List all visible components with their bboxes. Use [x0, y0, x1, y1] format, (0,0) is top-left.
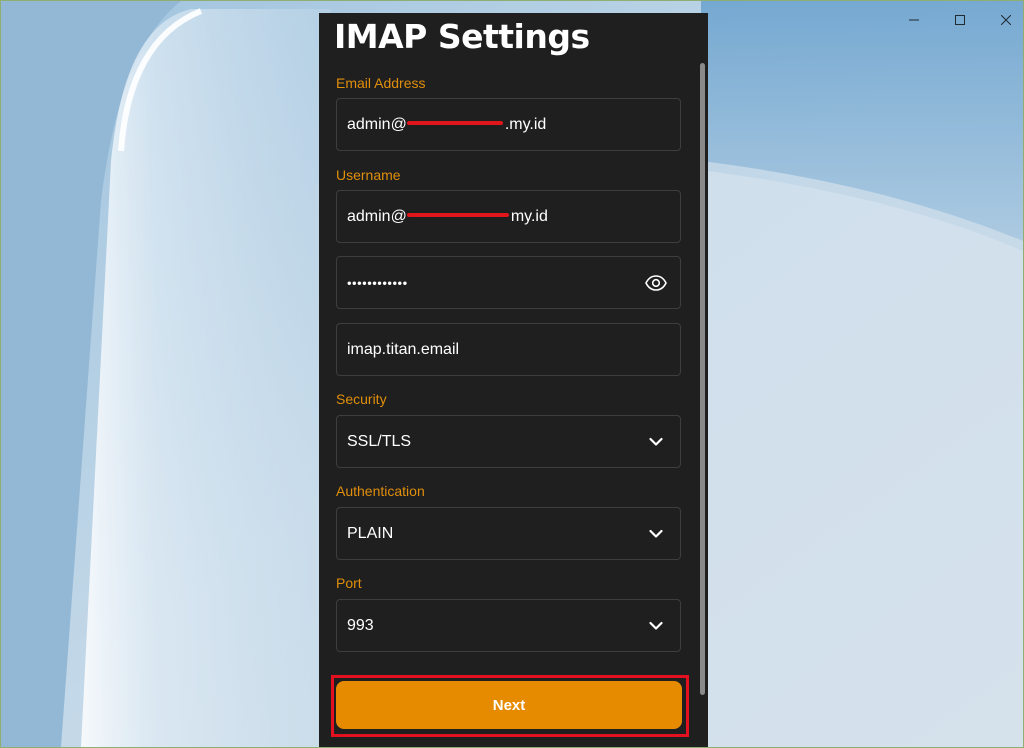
password-value: •••••••••••• [347, 275, 408, 290]
authentication-value: PLAIN [347, 524, 394, 542]
email-address-label: Email Address [336, 75, 426, 91]
authentication-label: Authentication [336, 483, 425, 499]
username-label: Username [336, 167, 401, 183]
email-value: admin@ .my.id [347, 116, 546, 134]
username-redacted-part [406, 209, 511, 221]
port-label: Port [336, 575, 362, 591]
close-icon [1001, 15, 1011, 25]
scrollbar[interactable] [700, 63, 705, 695]
minimize-button[interactable] [891, 1, 937, 39]
maximize-icon [955, 15, 965, 25]
port-select[interactable]: 993 [336, 599, 681, 652]
page-title: IMAP Settings [334, 17, 590, 56]
chevron-down-icon [649, 529, 663, 538]
security-label: Security [336, 391, 387, 407]
maximize-button[interactable] [937, 1, 983, 39]
toggle-password-visibility-button[interactable] [644, 271, 668, 295]
eye-icon [645, 274, 667, 291]
email-value-suffix: .my.id [504, 115, 547, 133]
port-value: 993 [347, 616, 374, 634]
port-dropdown-toggle[interactable] [644, 614, 668, 638]
username-value-suffix: my.id [510, 207, 548, 225]
authentication-select[interactable]: PLAIN [336, 507, 681, 560]
email-redacted-part [406, 117, 505, 129]
email-value-prefix: admin@ [347, 115, 407, 133]
password-field[interactable]: •••••••••••• [336, 256, 681, 309]
authentication-dropdown-toggle[interactable] [644, 522, 668, 546]
imap-settings-panel: IMAP Settings Email Address admin@ .my.id… [319, 13, 708, 747]
security-value: SSL/TLS [347, 432, 412, 450]
imap-server-field[interactable]: imap.titan.email [336, 323, 681, 376]
minimize-icon [909, 19, 919, 21]
username-value: admin@ my.id [347, 208, 548, 226]
imap-server-value: imap.titan.email [347, 340, 460, 358]
security-dropdown-toggle[interactable] [644, 430, 668, 454]
email-field[interactable]: admin@ .my.id [336, 98, 681, 151]
username-value-prefix: admin@ [347, 207, 407, 225]
app-window: IMAP Settings Email Address admin@ .my.id… [0, 0, 1024, 748]
chevron-down-icon [649, 437, 663, 446]
username-field[interactable]: admin@ my.id [336, 190, 681, 243]
next-button-highlight [331, 675, 689, 737]
redaction-mark [406, 120, 503, 125]
chevron-down-icon [649, 621, 663, 630]
close-window-button[interactable] [983, 1, 1023, 39]
security-select[interactable]: SSL/TLS [336, 415, 681, 468]
redaction-mark [406, 212, 509, 217]
